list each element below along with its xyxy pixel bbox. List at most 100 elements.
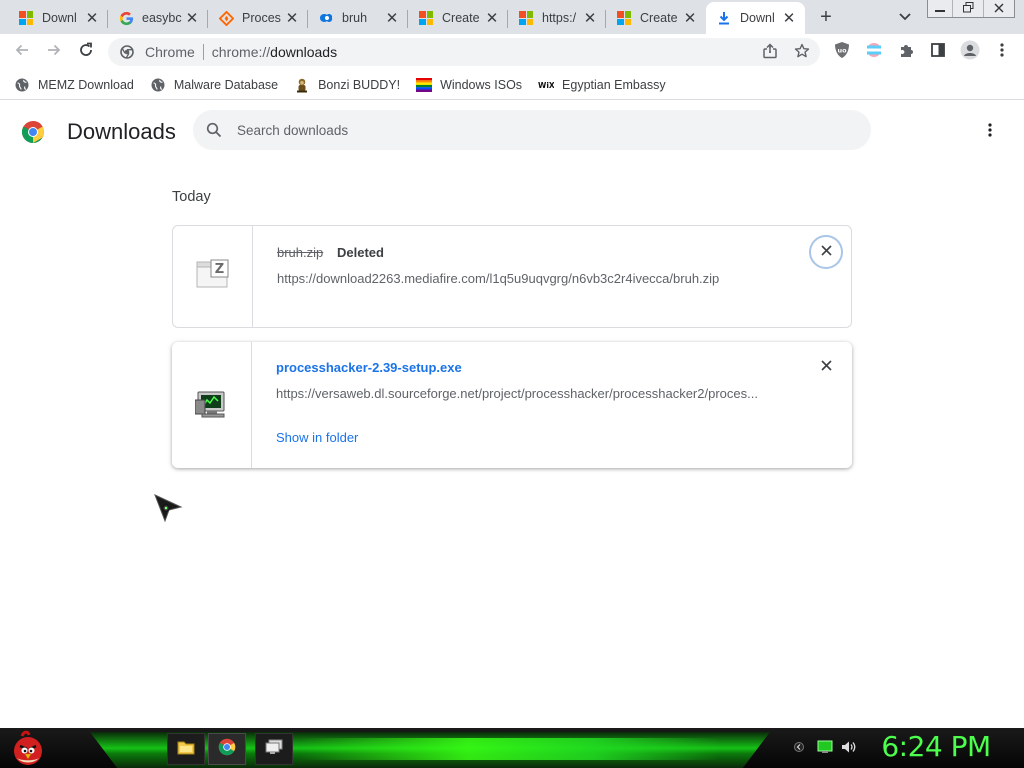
- status-text: Deleted: [337, 245, 384, 260]
- taskbar-clock[interactable]: 6:24 PM: [874, 730, 998, 763]
- tab-bruh[interactable]: bruh ✕: [308, 2, 408, 34]
- start-button[interactable]: [8, 728, 48, 768]
- browser-toolbar: Chrome chrome://downloads uo: [0, 34, 1024, 70]
- bookmark-label: MEMZ Download: [38, 77, 134, 92]
- bookmark-memz[interactable]: MEMZ Download: [14, 73, 134, 97]
- search-input[interactable]: [237, 122, 837, 138]
- tab-title: Create: [442, 11, 480, 25]
- tray-chevron-button[interactable]: [790, 740, 808, 758]
- chrome-site-icon: [119, 44, 135, 60]
- tab-title: Downl: [740, 11, 775, 25]
- close-icon[interactable]: ✕: [384, 10, 400, 27]
- download-item-completed: processhacker-2.39-setup.exe https://ver…: [172, 342, 852, 468]
- file-name-link[interactable]: processhacker-2.39-setup.exe: [276, 360, 462, 375]
- flag-extension-button[interactable]: [863, 41, 885, 63]
- address-bar[interactable]: Chrome chrome://downloads: [108, 38, 820, 66]
- globe-icon: [150, 77, 166, 93]
- omnibox-divider: [202, 44, 204, 60]
- tab-create-1[interactable]: Create ✕: [408, 2, 508, 34]
- taskbar-remote-desktop[interactable]: [255, 733, 293, 765]
- tab-google[interactable]: easybc ✕: [108, 2, 208, 34]
- new-tab-button[interactable]: +: [814, 6, 838, 30]
- globe-icon: [14, 77, 30, 93]
- profile-button[interactable]: [959, 40, 981, 65]
- windows-flag-icon: [616, 10, 632, 26]
- tab-downloads-1[interactable]: Downl ✕: [8, 2, 108, 34]
- tab-search-button[interactable]: [894, 6, 916, 28]
- tray-network-button[interactable]: [816, 740, 834, 758]
- tab-process-hacker[interactable]: Proces ✕: [208, 2, 308, 34]
- bookmark-egyptian-embassy[interactable]: WiX Egyptian Embassy: [538, 73, 666, 97]
- close-icon[interactable]: ✕: [284, 10, 300, 27]
- downloads-menu-button[interactable]: [978, 120, 1002, 144]
- window-controls: [927, 0, 1015, 18]
- reload-button[interactable]: [74, 40, 98, 64]
- download-item-deleted: Z bruh.zip Deleted https://download2263.…: [172, 225, 852, 328]
- chrome-logo-icon: [21, 120, 45, 144]
- rainbow-icon: [416, 77, 433, 93]
- bookmark-bonzi-buddy[interactable]: Bonzi BUDDY!: [294, 73, 400, 97]
- search-icon: [204, 120, 224, 140]
- page-title: Downloads: [67, 119, 176, 144]
- tab-create-2[interactable]: Create ✕: [606, 2, 706, 34]
- download-icon: [716, 10, 732, 26]
- back-button[interactable]: [10, 40, 34, 64]
- close-icon[interactable]: ✕: [484, 10, 500, 27]
- extensions-button[interactable]: [895, 41, 917, 63]
- forward-button[interactable]: [42, 40, 66, 64]
- show-in-folder-link[interactable]: Show in folder: [276, 430, 358, 445]
- taskbar-file-explorer[interactable]: [167, 733, 205, 765]
- svg-text:Z: Z: [214, 262, 223, 277]
- mouse-cursor-icon: [153, 493, 183, 523]
- bonzi-icon: [294, 77, 310, 93]
- tab-https[interactable]: https:/ ✕: [508, 2, 606, 34]
- taskbar-chrome[interactable]: [208, 733, 246, 765]
- bookmark-label: Egyptian Embassy: [562, 77, 666, 92]
- bookmark-windows-isos[interactable]: Windows ISOs: [416, 73, 522, 97]
- windows-flag-icon: [18, 10, 34, 26]
- remove-from-list-button[interactable]: [809, 350, 843, 384]
- tab-title: https:/: [542, 11, 577, 25]
- close-icon[interactable]: ✕: [84, 10, 100, 27]
- google-icon: [118, 10, 134, 26]
- puzzle-icon: [898, 42, 914, 63]
- tab-downloads-active[interactable]: Downl ✕: [706, 2, 805, 34]
- close-icon[interactable]: ✕: [781, 10, 797, 27]
- minimize-button[interactable]: [928, 0, 952, 17]
- file-url[interactable]: https://versaweb.dl.sourceforge.net/proj…: [276, 386, 776, 401]
- svg-text:uo: uo: [837, 46, 847, 54]
- arrow-left-icon: [14, 42, 30, 63]
- download-icon-column: Z: [173, 226, 253, 327]
- network-icon: [817, 740, 833, 759]
- pride-flag-icon: [866, 42, 882, 63]
- chevron-down-icon: [899, 8, 911, 26]
- share-button[interactable]: [759, 42, 781, 64]
- ublock-shield-icon: uo: [834, 41, 850, 64]
- avatar: [960, 40, 980, 65]
- downloads-header: Downloads: [0, 101, 1024, 159]
- close-icon[interactable]: ✕: [682, 10, 698, 27]
- bookmark-star-button[interactable]: [791, 42, 813, 64]
- side-panel-icon: [930, 42, 946, 63]
- chrome-menu-button[interactable]: [991, 41, 1013, 63]
- ublock-extension-button[interactable]: uo: [831, 41, 853, 63]
- mediafire-icon: [318, 10, 334, 26]
- side-panel-button[interactable]: [927, 41, 949, 63]
- url-scheme: chrome://: [211, 44, 271, 60]
- close-window-button[interactable]: [983, 0, 1014, 17]
- file-url[interactable]: https://download2263.mediafire.com/l1q5u…: [277, 271, 777, 286]
- arrow-right-icon: [46, 42, 62, 63]
- remove-from-list-button[interactable]: [809, 235, 843, 269]
- close-icon: [994, 0, 1004, 18]
- close-icon[interactable]: ✕: [582, 10, 598, 27]
- download-icon-column: [172, 342, 252, 468]
- restore-button[interactable]: [952, 0, 983, 17]
- tab-title: Create: [640, 11, 678, 25]
- speaker-icon: [841, 740, 857, 759]
- close-icon[interactable]: ✕: [184, 10, 200, 27]
- bookmark-malware-database[interactable]: Malware Database: [150, 73, 278, 97]
- tray-volume-button[interactable]: [840, 740, 858, 758]
- more-vert-icon: [1000, 42, 1004, 63]
- bookmarks-bar: MEMZ Download Malware Database Bonzi BUD…: [0, 70, 1024, 100]
- taskbar-glow-highlight: [300, 738, 720, 760]
